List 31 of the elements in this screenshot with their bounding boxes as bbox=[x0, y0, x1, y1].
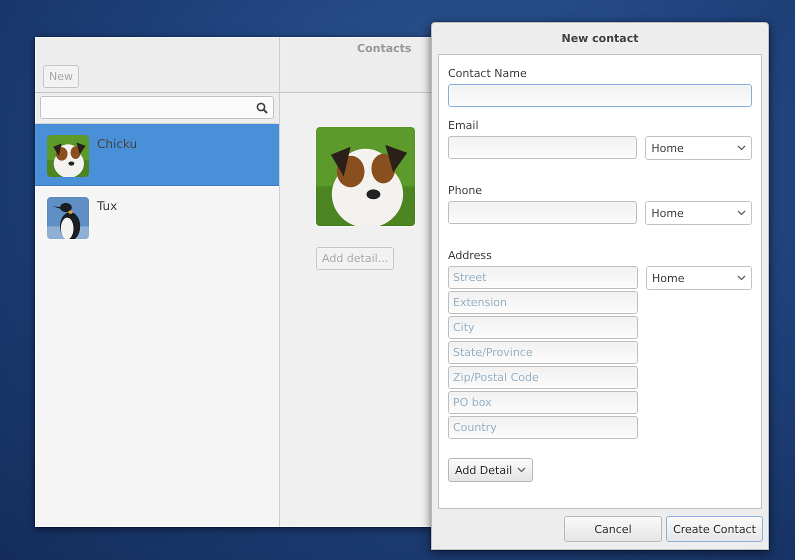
field-label: Address bbox=[448, 249, 493, 262]
address-field[interactable]: City bbox=[448, 316, 638, 339]
address-field[interactable]: Zip/Postal Code bbox=[448, 366, 638, 389]
contact-name-field[interactable] bbox=[448, 84, 752, 107]
contact-row[interactable]: Tux bbox=[35, 186, 279, 248]
address-field[interactable]: Country bbox=[448, 416, 638, 439]
dialog-button[interactable]: Cancel bbox=[564, 516, 662, 542]
type-dropdown[interactable]: Home bbox=[645, 201, 752, 225]
field-label: Email bbox=[448, 119, 480, 132]
email-field[interactable] bbox=[448, 136, 638, 159]
type-dropdown[interactable]: Home bbox=[646, 266, 752, 290]
search-icon bbox=[256, 102, 268, 114]
type-dropdown[interactable]: Home bbox=[645, 136, 752, 160]
address-field[interactable]: PO box bbox=[448, 391, 638, 414]
phone-field[interactable] bbox=[448, 201, 638, 224]
add-detail-button[interactable]: Add Detail bbox=[448, 458, 534, 482]
chevron-down-icon bbox=[737, 210, 746, 216]
address-field[interactable]: State/Province bbox=[448, 341, 638, 364]
address-field[interactable]: Street bbox=[448, 266, 638, 289]
search-field[interactable] bbox=[40, 96, 274, 119]
address-field[interactable]: Extension bbox=[448, 291, 638, 314]
contact-name: Chicku bbox=[97, 137, 138, 151]
dialog-title: New contact bbox=[561, 32, 639, 45]
field-label: Contact Name bbox=[448, 67, 528, 80]
dialog-button[interactable]: Create Contact bbox=[666, 516, 763, 542]
chevron-down-icon bbox=[517, 467, 526, 473]
window-title: Contacts bbox=[357, 42, 412, 56]
chevron-down-icon bbox=[737, 275, 746, 281]
chevron-down-icon bbox=[737, 145, 746, 151]
field-label: Phone bbox=[448, 184, 484, 197]
contact-name: Tux bbox=[97, 199, 118, 213]
